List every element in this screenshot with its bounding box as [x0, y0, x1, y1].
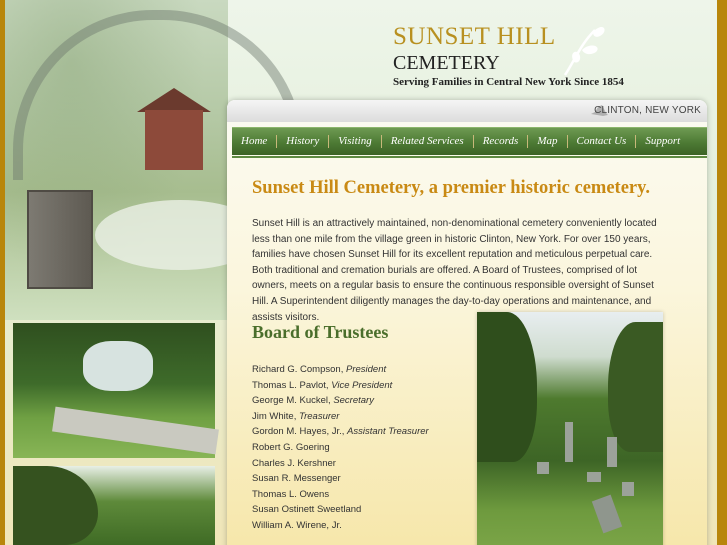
nav-related-services[interactable]: Related Services [382, 135, 474, 148]
location-label: CLINTON, NEW YORK [594, 105, 701, 116]
nav-history[interactable]: History [277, 135, 330, 148]
location-bar: CLINTON, NEW YORK [227, 100, 707, 122]
trustee-item: Thomas L. Pavlot, Vice President [252, 379, 393, 391]
nav-records[interactable]: Records [474, 135, 529, 148]
cemetery-grounds-photo [13, 323, 219, 458]
trustee-item: Thomas L. Owens [252, 488, 330, 500]
trustee-item: George M. Kuckel, Secretary [252, 395, 374, 407]
trustee-item: William A. Wirene, Jr. [252, 519, 342, 531]
cemetery-headstones-photo [477, 312, 663, 545]
trustee-item: Charles J. Kershner [252, 457, 336, 469]
nav-home[interactable]: Home [232, 135, 278, 148]
trustee-item: Susan Ostinett Sweetland [252, 504, 362, 516]
cemetery-gate-photo [5, 0, 303, 320]
nav-map[interactable]: Map [528, 135, 568, 148]
cemetery-trees-photo [13, 466, 215, 545]
main-navigation: Home History Visiting Related Services R… [232, 127, 707, 155]
page-headline: Sunset Hill Cemetery, a premier historic… [252, 178, 650, 198]
main-content-panel: CLINTON, NEW YORK Home History Visiting … [227, 100, 707, 545]
trustee-item: Jim White, Treasurer [252, 410, 340, 422]
trustee-item: Robert G. Goering [252, 441, 330, 453]
trustee-item: Richard G. Compson, President [252, 364, 387, 375]
leaf-sprig-icon [563, 26, 605, 76]
nav-visiting[interactable]: Visiting [329, 135, 382, 148]
intro-paragraph: Sunset Hill is an attractively maintaine… [252, 218, 657, 323]
trustee-item: Gordon M. Hayes, Jr., Assistant Treasure… [252, 426, 429, 438]
nav-support[interactable]: Support [636, 135, 689, 148]
trustee-list: Richard G. Compson, President Thomas L. … [252, 362, 429, 534]
trustee-item: Susan R. Messenger [252, 473, 341, 485]
board-heading: Board of Trustees [252, 322, 389, 342]
nav-contact-us[interactable]: Contact Us [568, 135, 637, 148]
page-frame: SUNSET HILL CEMETERY Serving Families in… [5, 0, 717, 545]
